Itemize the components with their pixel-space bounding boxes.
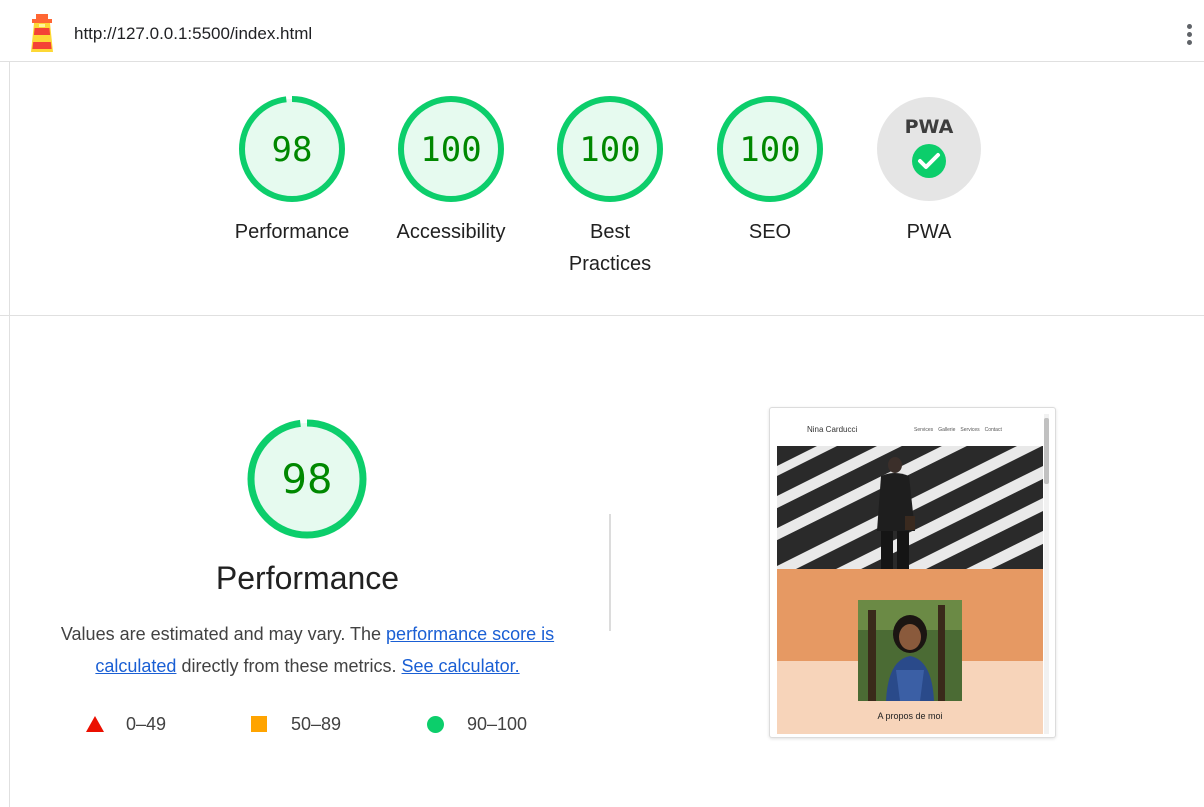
checkmark-icon — [912, 144, 946, 178]
gauge-best-practices-label: Best Practices — [540, 216, 680, 280]
screenshot-nav-links: Services Gallerie Services Contact — [914, 427, 1007, 433]
gauge-performance[interactable]: 98 Performance — [222, 94, 362, 248]
screenshot-page: Nina Carducci Services Gallerie Services Co… — [777, 414, 1043, 734]
screenshot-about-heading: A propos de moi — [877, 711, 943, 721]
kebab-menu-icon[interactable] — [1184, 24, 1194, 48]
legend-pass-range: 90–100 — [467, 714, 528, 734]
performance-title: Performance — [215, 560, 400, 596]
legend-fail-range: 0–49 — [126, 714, 167, 734]
triangle-icon — [86, 716, 104, 732]
screenshot-nav-link: Contact — [984, 427, 1002, 433]
gauge-seo[interactable]: 100 SEO — [700, 94, 840, 248]
screenshot-portrait-photo — [858, 600, 962, 701]
screenshot-hero-image — [777, 446, 1043, 569]
square-icon — [251, 716, 267, 732]
gauge-seo-value: 100 — [739, 130, 800, 170]
screenshot-nav-link: Gallerie — [938, 427, 956, 433]
report-url: http://127.0.0.1:5500/index.html — [74, 24, 313, 43]
gauge-accessibility[interactable]: 100 Accessibility — [381, 94, 521, 248]
see-calculator-link[interactable]: See calculator. — [402, 656, 520, 676]
gauge-pwa-label: PWA — [906, 221, 952, 243]
section-divider — [609, 514, 611, 631]
screenshot-nav-link: Services — [960, 427, 980, 433]
gauge-best-practices-ring: 100 — [557, 96, 663, 202]
gauge-pwa[interactable]: PWA PWA — [859, 94, 999, 248]
screenshot-nav-link: Services — [914, 427, 934, 433]
score-legend: 0–49 50–89 90–100 — [0, 710, 615, 740]
gauge-best-practices-label-line2: Practices — [568, 253, 652, 275]
lighthouse-icon — [31, 14, 53, 52]
gauge-accessibility-ring: 100 — [398, 96, 504, 202]
gauge-best-practices-value: 100 — [579, 130, 640, 170]
desc-text-2: directly from these metrics. — [176, 656, 402, 676]
gauge-seo-ring: 100 — [717, 96, 823, 202]
gauge-accessibility-value: 100 — [420, 130, 481, 170]
legend-average-range: 50–89 — [291, 714, 342, 734]
screenshot-scrollbar[interactable] — [1044, 414, 1049, 734]
desc-text-1: Values are estimated and may vary. The — [60, 624, 387, 644]
gauge-best-practices-label-line1: Best — [589, 221, 631, 243]
category-scores: 98 Performance 100 Accessibility 100 Bes… — [0, 62, 1204, 316]
gauge-best-practices[interactable]: 100 Best Practices — [540, 94, 680, 280]
screenshot-scroll-thumb[interactable] — [1044, 418, 1049, 484]
final-screenshot[interactable]: Nina Carducci Services Gallerie Services Co… — [769, 407, 1056, 738]
gauge-accessibility-label: Accessibility — [396, 221, 506, 243]
gauge-performance-value: 98 — [272, 130, 313, 170]
circle-icon — [427, 716, 444, 733]
gauge-seo-label: SEO — [748, 221, 792, 243]
screenshot-brand: Nina Carducci — [807, 425, 858, 434]
performance-gauge: 98 — [247, 419, 367, 539]
pwa-badge-text: PWA — [905, 116, 954, 138]
gauge-performance-label: Performance — [234, 221, 350, 243]
gauge-performance-ring: 98 — [239, 96, 345, 202]
report-topbar: http://127.0.0.1:5500/index.html — [0, 0, 1204, 62]
performance-description: Values are estimated and may vary. The p… — [40, 618, 575, 682]
performance-score-value: 98 — [282, 457, 333, 503]
pwa-badge: PWA — [877, 97, 981, 201]
screenshot-navbar: Nina Carducci Services Gallerie Services Co… — [777, 414, 1043, 446]
